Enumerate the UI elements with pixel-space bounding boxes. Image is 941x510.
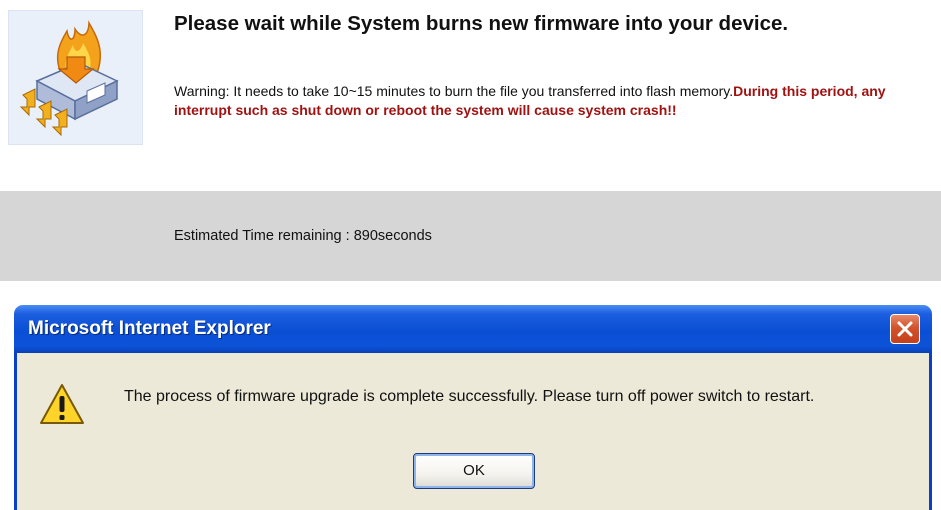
ie-message-dialog: Microsoft Internet Explorer The process … [14, 305, 932, 510]
ok-button[interactable]: OK [413, 453, 535, 489]
estimated-time-remaining: Estimated Time remaining : 890seconds [174, 228, 432, 244]
estimated-time-band: Estimated Time remaining : 890seconds [0, 191, 941, 281]
dialog-message: The process of firmware upgrade is compl… [124, 388, 815, 405]
warning-message: Warning: It needs to take 10~15 minutes … [174, 83, 734, 99]
close-button[interactable] [890, 314, 920, 344]
dialog-titlebar[interactable]: Microsoft Internet Explorer [14, 305, 932, 353]
estimated-time-label: Estimated Time remaining : [174, 228, 354, 244]
page-title: Please wait while System burns new firmw… [174, 12, 789, 35]
firmware-burn-chip-icon [19, 20, 119, 137]
close-icon [897, 321, 913, 337]
warning-icon [40, 384, 84, 424]
estimated-time-value: 890seconds [353, 228, 432, 244]
burn-warning-text: Warning: It needs to take 10~15 minutes … [174, 82, 939, 120]
dialog-body: The process of firmware upgrade is compl… [14, 353, 932, 510]
firmware-burn-icon-panel [8, 10, 143, 145]
dialog-title: Microsoft Internet Explorer [28, 318, 271, 339]
